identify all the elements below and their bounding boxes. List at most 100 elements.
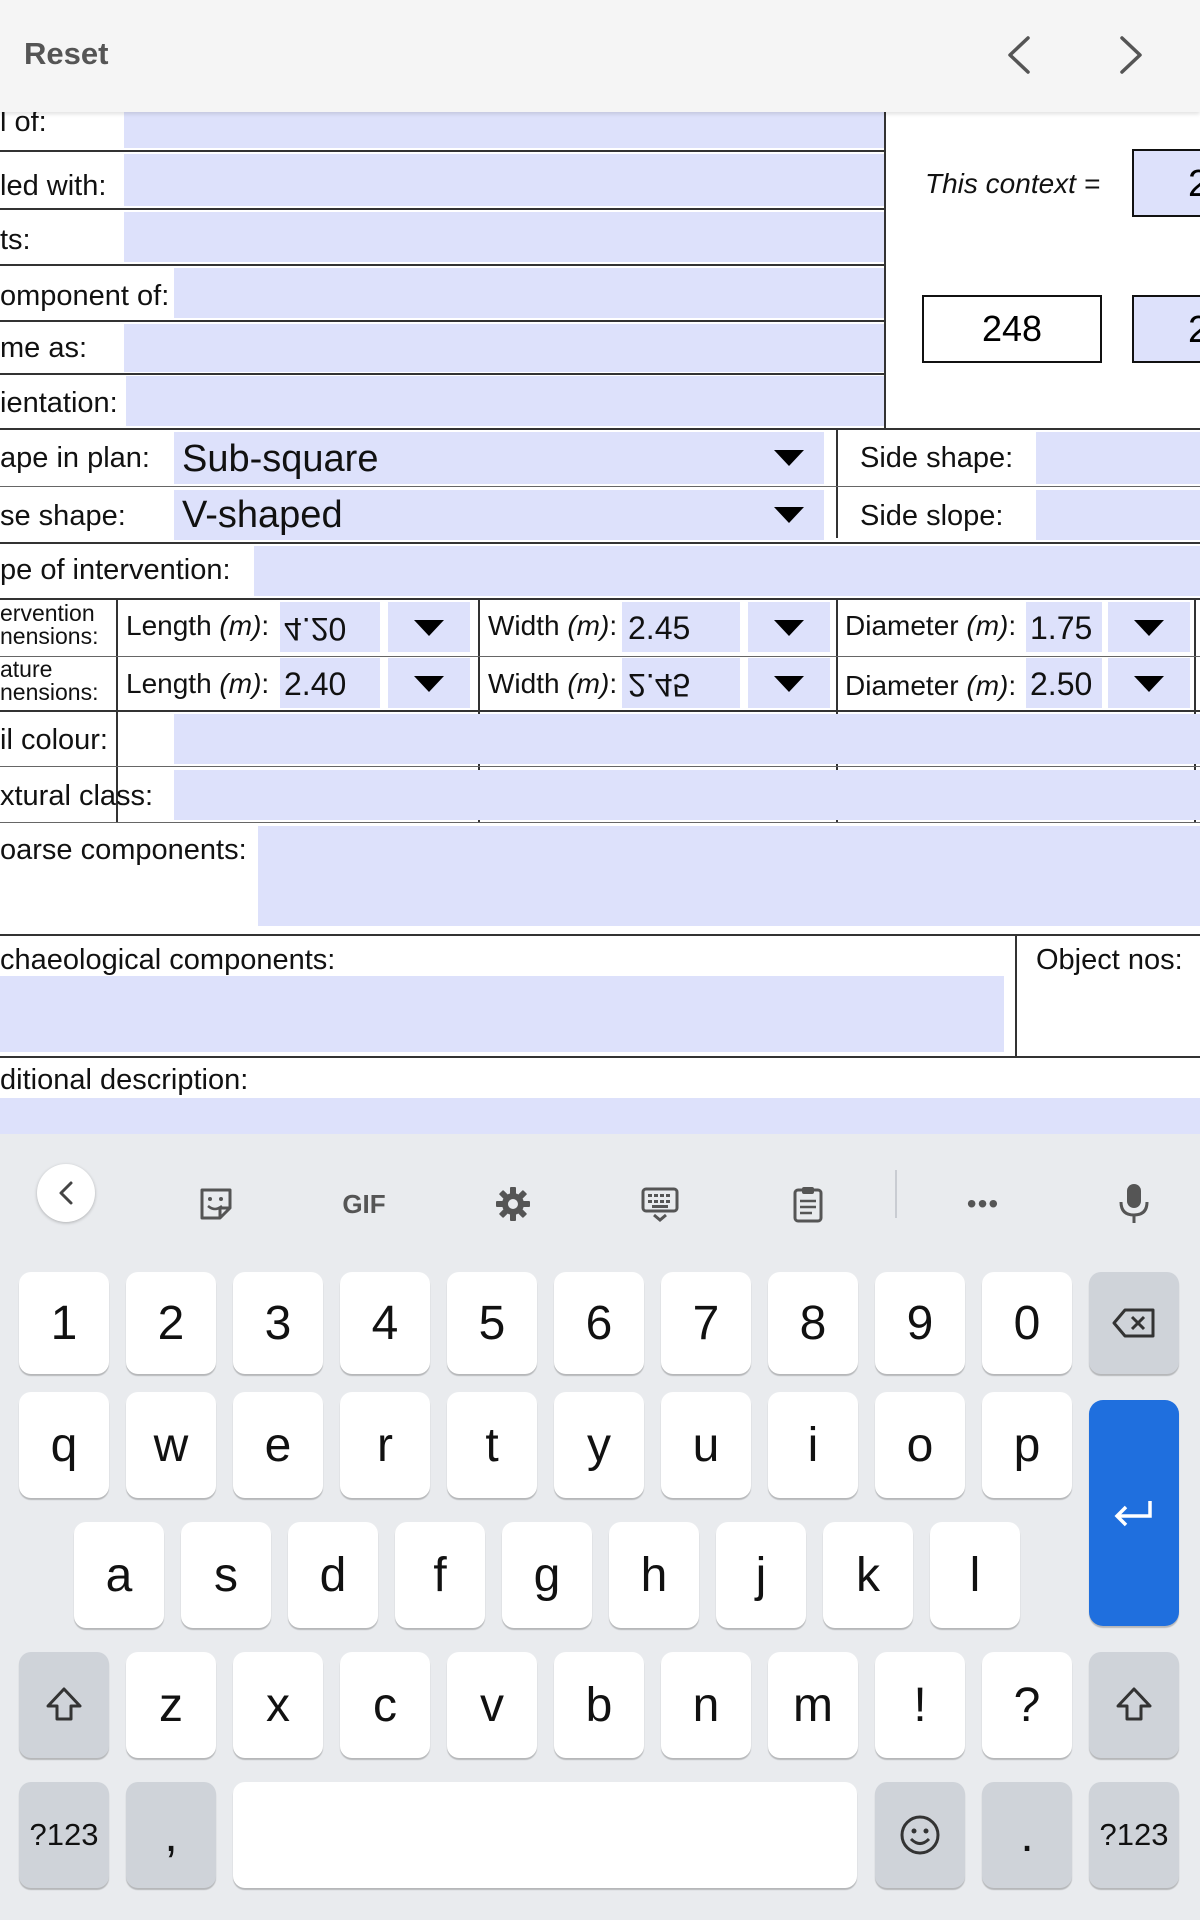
key-5[interactable]: 5 [447,1272,537,1374]
orientation-field[interactable] [126,376,884,426]
key-h[interactable]: h [609,1522,699,1628]
intervention-width-label: Width (m): [488,610,617,642]
key-z[interactable]: z [126,1652,216,1758]
side-shape-label: Side shape: [860,442,1014,474]
chevron-left-icon[interactable] [994,30,1044,80]
this-context-label: This context = [925,168,1101,199]
clipboard-icon[interactable] [768,1164,848,1244]
sticker-icon[interactable] [176,1164,256,1244]
key-exclamation[interactable]: ! [875,1652,965,1758]
microphone-icon[interactable] [1094,1164,1174,1244]
more-options-button[interactable]: ••• [943,1164,1023,1244]
key-comma[interactable]: , [126,1782,216,1888]
base-shape-dropdown[interactable]: V-shaped [174,490,824,540]
key-v[interactable]: v [447,1652,537,1758]
context-secondary-field[interactable]: 2 [1132,295,1200,363]
key-q[interactable]: q [19,1392,109,1498]
divider [0,934,1200,936]
textural-class-field[interactable] [174,770,1200,820]
key-2[interactable]: 2 [126,1272,216,1374]
symbols-key[interactable]: ?123 [19,1782,109,1888]
fill-of-field[interactable] [124,112,884,148]
emoji-icon[interactable] [875,1782,965,1888]
coarse-components-field[interactable] [258,826,1200,926]
side-slope-field[interactable] [1036,490,1200,540]
key-k[interactable]: k [823,1522,913,1628]
feature-length-dropdown[interactable] [388,658,470,708]
key-d[interactable]: d [288,1522,378,1628]
component-of-field[interactable] [174,268,884,318]
key-a[interactable]: a [74,1522,164,1628]
keyboard-icon[interactable] [620,1164,700,1244]
backspace-icon[interactable] [1089,1272,1179,1374]
archaeological-components-field[interactable] [0,976,1004,1052]
intervention-width-dropdown[interactable] [748,602,830,652]
shape-in-plan-dropdown[interactable]: Sub-square [174,432,824,484]
key-w[interactable]: w [126,1392,216,1498]
key-n[interactable]: n [661,1652,751,1758]
intervention-diameter-field[interactable]: 1.75 [1026,602,1102,652]
divider [0,428,1200,430]
soil-colour-field[interactable] [174,714,1200,764]
shift-icon[interactable] [1089,1652,1179,1758]
component-of-label: omponent of: [0,280,170,312]
key-u[interactable]: u [661,1392,751,1498]
key-f[interactable]: f [395,1522,485,1628]
feature-width-field[interactable]: 2.45 [622,658,740,708]
key-0[interactable]: 0 [982,1272,1072,1374]
key-x[interactable]: x [233,1652,323,1758]
additional-description-field[interactable] [0,1098,1200,1134]
cuts-field[interactable] [124,212,884,262]
key-t[interactable]: t [447,1392,537,1498]
side-shape-field[interactable] [1036,432,1200,484]
feature-length-label: Length (m): [126,668,269,700]
key-period[interactable]: . [982,1782,1072,1888]
intervention-dimensions-label-line1: ervention [0,600,95,626]
intervention-length-field[interactable]: 4.20 [280,602,380,652]
colon-text: : [609,668,618,699]
key-m[interactable]: m [768,1652,858,1758]
space-bar[interactable] [233,1782,857,1888]
type-of-intervention-field[interactable] [254,546,1200,596]
key-7[interactable]: 7 [661,1272,751,1374]
key-r[interactable]: r [340,1392,430,1498]
enter-icon[interactable] [1089,1400,1179,1626]
key-3[interactable]: 3 [233,1272,323,1374]
intervention-length-label: Length (m): [126,610,269,642]
gif-button[interactable]: GIF [324,1164,404,1244]
feature-length-field[interactable]: 2.40 [280,658,380,708]
shift-icon[interactable] [19,1652,109,1758]
key-i[interactable]: i [768,1392,858,1498]
key-l[interactable]: l [930,1522,1020,1628]
intervention-diameter-dropdown[interactable] [1108,602,1190,652]
key-g[interactable]: g [502,1522,592,1628]
chevron-left-icon[interactable] [37,1164,95,1222]
key-question[interactable]: ? [982,1652,1072,1758]
key-y[interactable]: y [554,1392,644,1498]
key-s[interactable]: s [181,1522,271,1628]
key-o[interactable]: o [875,1392,965,1498]
key-p[interactable]: p [982,1392,1072,1498]
key-e[interactable]: e [233,1392,323,1498]
symbols-key[interactable]: ?123 [1089,1782,1179,1888]
key-4[interactable]: 4 [340,1272,430,1374]
intervention-length-dropdown[interactable] [388,602,470,652]
key-6[interactable]: 6 [554,1272,644,1374]
reset-button[interactable]: Reset [24,36,108,72]
key-b[interactable]: b [554,1652,644,1758]
same-as-field[interactable] [124,324,884,372]
feature-diameter-field[interactable]: 2.50 [1026,658,1102,708]
intervention-width-field[interactable]: 2.45 [622,602,740,652]
key-9[interactable]: 9 [875,1272,965,1374]
gear-icon[interactable] [473,1164,553,1244]
filled-with-field[interactable] [124,154,884,206]
chevron-right-icon[interactable] [1106,30,1156,80]
this-context-field[interactable]: 2 [1132,149,1200,217]
key-1[interactable]: 1 [19,1272,109,1374]
key-j[interactable]: j [716,1522,806,1628]
context-number-box[interactable]: 248 [922,295,1102,363]
feature-diameter-dropdown[interactable] [1108,658,1190,708]
key-c[interactable]: c [340,1652,430,1758]
key-8[interactable]: 8 [768,1272,858,1374]
feature-width-dropdown[interactable] [748,658,830,708]
